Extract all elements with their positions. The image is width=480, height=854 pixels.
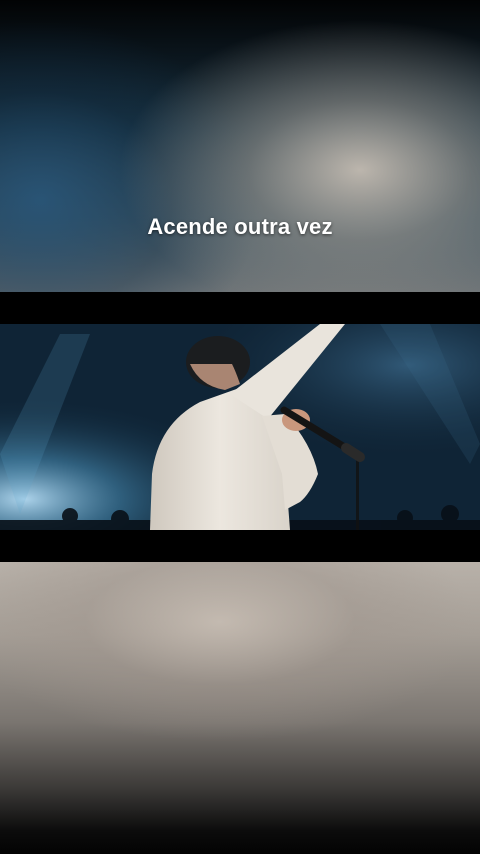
video-reel-screen[interactable]: Acende outra vez [0, 0, 480, 854]
singer-with-microphone-icon [0, 324, 480, 530]
blurred-backdrop-top [0, 0, 480, 292]
letterbox-bar-bottom [0, 530, 480, 562]
blurred-backdrop-bottom [0, 562, 480, 854]
letterbox-bar-top [0, 292, 480, 324]
video-frame[interactable] [0, 324, 480, 530]
lyric-caption: Acende outra vez [147, 214, 333, 239]
